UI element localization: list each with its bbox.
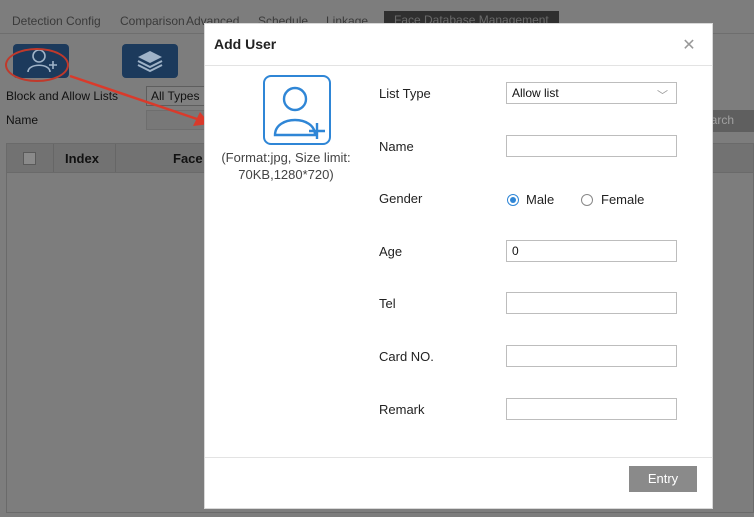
tab-detection-config[interactable]: Detection Config — [12, 14, 101, 28]
list-filter-label: Block and Allow Lists — [6, 89, 119, 103]
close-icon[interactable]: ✕ — [681, 38, 697, 54]
gender-male-label[interactable]: Male — [526, 192, 554, 207]
tab-comparison[interactable]: Comparison — [120, 14, 185, 28]
photo-format-hint: (Format:jpg, Size limit: 70KB,1280*720) — [221, 150, 351, 182]
list-filter-value: All Types — [151, 89, 200, 103]
layers-icon — [137, 51, 163, 73]
name-field[interactable] — [506, 135, 677, 157]
search-button-label: Search — [712, 113, 735, 127]
name-filter-label: Name — [6, 113, 39, 127]
search-button[interactable]: Search — [712, 110, 754, 132]
header-divider — [205, 65, 712, 66]
list-type-value: Allow list — [512, 86, 559, 100]
gender-label: Gender — [379, 191, 423, 206]
list-type-label: List Type — [379, 86, 431, 101]
annotation-circle — [5, 48, 69, 82]
tel-field[interactable] — [506, 292, 677, 314]
chevron-down-icon: ﹀ — [657, 90, 668, 102]
gender-male-radio[interactable] — [507, 194, 519, 206]
gender-female-label[interactable]: Female — [601, 192, 644, 207]
age-field[interactable] — [506, 240, 677, 262]
remark-label: Remark — [379, 402, 425, 417]
remark-field[interactable] — [506, 398, 677, 420]
tel-label: Tel — [379, 296, 396, 311]
column-header-face: Face — [173, 151, 203, 166]
dialog-title: Add User — [214, 36, 277, 52]
name-filter-input[interactable] — [146, 110, 206, 130]
import-button[interactable] — [122, 44, 178, 78]
entry-button[interactable]: Entry — [629, 466, 697, 492]
column-header-index: Index — [65, 151, 99, 166]
user-add-icon — [273, 86, 325, 139]
column-divider — [115, 144, 116, 172]
list-filter-select[interactable]: All Types — [146, 86, 206, 106]
name-label: Name — [379, 139, 414, 154]
card-number-label: Card NO. — [379, 349, 434, 364]
photo-upload-button[interactable] — [263, 75, 331, 145]
add-user-dialog: Add User ✕ (Format:jpg, Size limit: 70KB… — [204, 23, 713, 509]
age-label: Age — [379, 244, 403, 259]
card-number-field[interactable] — [506, 345, 677, 367]
footer-divider — [205, 457, 712, 458]
column-divider — [53, 144, 54, 172]
gender-female-radio[interactable] — [581, 194, 593, 206]
select-all-checkbox[interactable] — [23, 152, 36, 165]
list-type-select[interactable]: Allow list ﹀ — [506, 82, 677, 104]
